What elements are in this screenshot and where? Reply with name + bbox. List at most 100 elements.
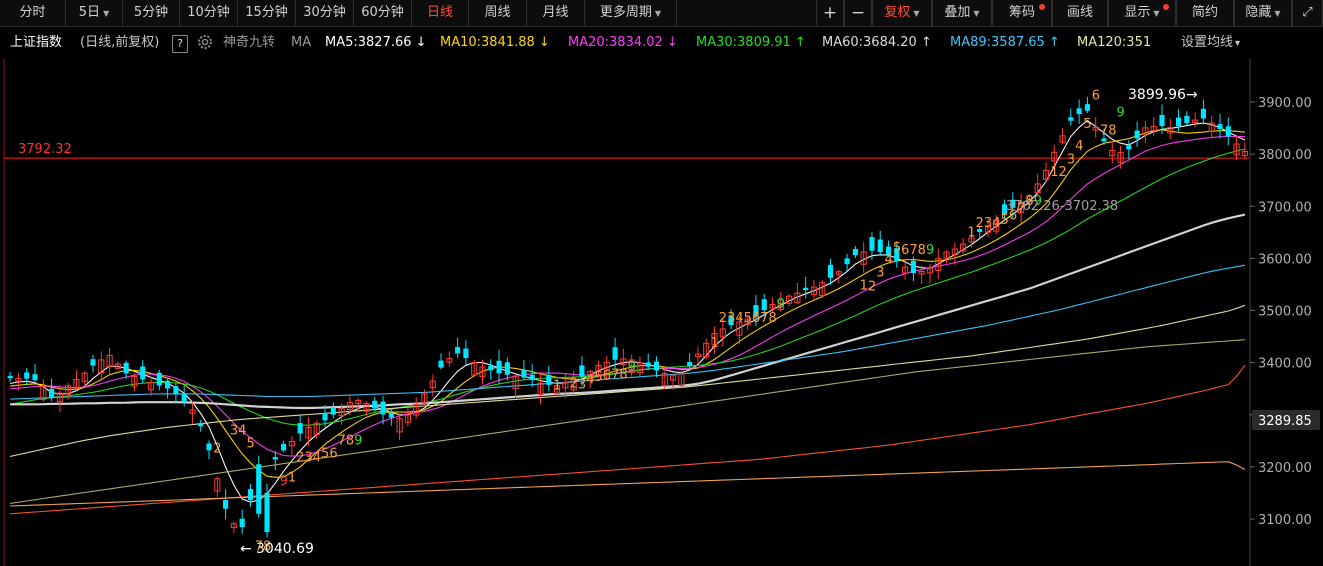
arrow-up-icon: ↑ — [916, 35, 932, 50]
period-tab-label: 月线 — [542, 5, 569, 20]
zoom-out-button[interactable]: − — [844, 0, 872, 26]
arrow-up-icon: ↑ — [1044, 35, 1060, 50]
candle-body — [297, 423, 303, 434]
period-tab-label: 5日 — [78, 5, 101, 20]
period-tab-5[interactable]: 30分钟 — [296, 0, 354, 26]
nine-turn-label: 1 — [1050, 165, 1058, 180]
ma-line-ma30 — [10, 148, 1246, 426]
low-arrow-icon: ← — [240, 541, 252, 557]
nine-turn-label: 9 — [628, 359, 636, 374]
fuquan-button[interactable]: 复权 ▼ — [872, 0, 932, 26]
simple-mode-button[interactable]: 简约 — [1176, 0, 1234, 26]
range-label: 3702.26-3702.38 — [1006, 199, 1118, 214]
overlay-button-label: 叠加 — [944, 5, 971, 20]
nine-turn-label: 7 — [760, 311, 768, 326]
period-tab-7[interactable]: 日线 — [412, 0, 469, 26]
period-tab-2[interactable]: 5分钟 — [123, 0, 180, 26]
ma-legend-0: MA5:3827.66 ↓ — [325, 34, 427, 52]
candle-body — [239, 518, 245, 528]
candle-body — [380, 401, 386, 415]
nine-turn-label: 2 — [570, 377, 578, 392]
y-tick-label: 3200.00 — [1258, 461, 1312, 476]
candle-body — [504, 362, 510, 375]
nine-turn-label: 5 — [893, 241, 901, 256]
period-tab-4[interactable]: 15分钟 — [238, 0, 296, 26]
nine-turn-label: 3 — [727, 311, 735, 326]
candle-body — [330, 407, 336, 415]
candle-body — [1076, 108, 1082, 115]
nine-turn-label: 5 — [246, 437, 254, 452]
candle-body — [803, 287, 809, 291]
chevron-down-icon: ▼ — [654, 9, 662, 18]
period-tab-9[interactable]: 月线 — [527, 0, 585, 26]
candle-body — [529, 374, 535, 381]
magic-nine-label[interactable]: 神奇九转 — [223, 34, 275, 52]
period-tab-label: 10分钟 — [187, 5, 230, 20]
overlay-button[interactable]: 叠加 ▼ — [932, 0, 992, 26]
nine-turn-label: 8 — [619, 367, 627, 382]
candle-body — [123, 362, 129, 374]
nine-turn-label: 2 — [976, 216, 984, 231]
nine-turn-label: 6 — [901, 243, 909, 258]
ma-legend-6: MA120:351 — [1077, 34, 1151, 52]
help-icon[interactable]: ? — [172, 35, 188, 53]
nine-turn-label: 4 — [992, 216, 1000, 231]
ma-line-extra-9 — [10, 461, 1246, 507]
current-price-label: 3289.85 — [1258, 414, 1312, 429]
nine-turn-label: 5 — [594, 370, 602, 385]
candlestick-chart[interactable]: 3900.00 3800.00 3700.00 3600.00 3500.00 3400.… — [0, 59, 1323, 566]
gear-icon[interactable] — [196, 33, 214, 57]
chips-button[interactable]: 筹码 — [992, 0, 1052, 26]
high-price-label: 3899.96 — [1128, 87, 1186, 103]
ma-value: MA89:3587.65 — [950, 35, 1045, 50]
nine-turn-label: 3 — [578, 378, 586, 393]
candle-body — [198, 423, 204, 427]
draw-line-button[interactable]: 画线 — [1052, 0, 1108, 26]
nine-turn-label: 5 — [321, 446, 329, 461]
period-tab-3[interactable]: 10分钟 — [180, 0, 238, 26]
high-arrow-icon: → — [1186, 87, 1198, 103]
nine-turn-label: 3 — [984, 216, 992, 231]
ma-legend-3: MA30:3809.91 ↑ — [696, 34, 806, 52]
chevron-down-icon: ▼ — [913, 9, 920, 18]
nine-turn-label: 3 — [876, 266, 884, 281]
candle-body — [272, 457, 278, 460]
nine-turn-label: 9 — [280, 474, 288, 489]
arrow-down-icon: ↓ — [411, 35, 427, 50]
y-tick-label: 3400.00 — [1258, 357, 1312, 372]
candle-body — [645, 362, 651, 367]
candle-body — [247, 489, 254, 501]
gear-icon-svg — [198, 35, 212, 49]
expand-icon[interactable]: ⤢ — [1292, 0, 1323, 26]
candle-body — [612, 347, 618, 360]
nine-turn-label: 1 — [553, 379, 561, 394]
period-tab-label: 15分钟 — [245, 5, 288, 20]
candle-body — [1068, 117, 1074, 121]
nine-turn-label: 8 — [918, 243, 926, 258]
candle-body — [322, 412, 328, 421]
nine-turn-label: 3 — [304, 451, 312, 466]
candle-body — [173, 386, 179, 395]
candle-body — [463, 348, 469, 359]
ma-settings-button[interactable]: 设置均线 ▾ — [1181, 34, 1240, 53]
nine-turn-label: 8 — [769, 311, 777, 326]
nine-turn-label: 2 — [868, 280, 876, 295]
display-button[interactable]: 显示 ▼ — [1108, 0, 1176, 26]
period-tab-8[interactable]: 周线 — [469, 0, 527, 26]
candle-body — [687, 362, 693, 367]
period-tab-10[interactable]: 更多周期 ▼ — [585, 0, 677, 26]
period-tab-label: 周线 — [484, 5, 511, 20]
candle-body — [761, 299, 767, 311]
period-tab-label: 日线 — [426, 5, 453, 20]
period-tab-6[interactable]: 60分钟 — [354, 0, 412, 26]
index-name[interactable]: 上证指数 — [10, 34, 62, 52]
period-tab-label: 分时 — [19, 5, 46, 20]
period-tab-0[interactable]: 分时 — [0, 0, 66, 26]
period-tab-1[interactable]: 5日 ▼ — [66, 0, 123, 26]
nine-turn-label: 5 — [1083, 117, 1091, 132]
ma-legend-4: MA60:3684.20 ↑ — [822, 34, 932, 52]
zoom-in-button[interactable]: + — [816, 0, 844, 26]
hide-button[interactable]: 隐藏 ▼ — [1234, 0, 1292, 26]
candle-body — [877, 239, 883, 253]
chips-button-label: 筹码 — [1008, 5, 1035, 20]
